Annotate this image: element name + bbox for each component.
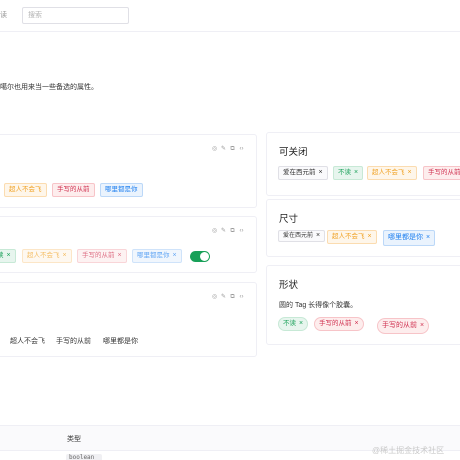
close-icon[interactable]: × (299, 320, 303, 327)
tag-label: 手写的从前 (82, 252, 115, 259)
close-icon[interactable]: × (319, 169, 323, 176)
card-closable: 可关闭 (266, 132, 460, 196)
close-icon[interactable]: × (355, 320, 359, 327)
tag-error-round-large: 手写的从前 × (377, 318, 430, 334)
close-icon[interactable]: × (354, 169, 358, 176)
tag-label: 哪里都是你 (137, 252, 170, 259)
tag-info: 哪里都是你 (100, 183, 143, 197)
close-icon[interactable]: × (426, 234, 430, 241)
tag-success-round: 不读 × (278, 317, 309, 331)
tag-warning: 超人不会飞 × (367, 166, 417, 180)
copy-icon[interactable]: ⧉ (229, 294, 236, 301)
plain-tag: 超人不会飞 (10, 338, 45, 345)
close-icon[interactable]: × (63, 252, 67, 259)
tag-success: 读 × (0, 249, 16, 263)
card-title: 尺寸 (279, 214, 299, 225)
close-icon[interactable]: × (7, 252, 11, 259)
plain-tag: 哪里都是你 (103, 338, 138, 345)
tag-default: 爱在西元前 × (278, 166, 328, 180)
close-icon[interactable]: × (118, 252, 122, 259)
card-description: 圆的 Tag 长得像个胶囊。 (279, 302, 358, 309)
close-icon[interactable]: × (420, 322, 424, 329)
tag-label: 手写的从前 (428, 169, 460, 176)
plain-tag: 手写的从前 (56, 338, 91, 345)
toggle-switch[interactable] (190, 251, 210, 262)
card-size: 尺寸 (266, 199, 460, 257)
tag-label: 哪里都是你 (388, 234, 423, 241)
intro-text: 噶尔也用来当一些备选的属性。 (0, 84, 98, 91)
column-header-type: 类型 (67, 436, 81, 443)
demo-card-checkable: ◎ ✎ ⧉ ‹› (0, 216, 257, 273)
edit-icon[interactable]: ✎ (220, 294, 227, 301)
tag-info: 哪里都是你 × (132, 249, 182, 263)
tag-label: 不读 (283, 320, 296, 327)
copy-icon[interactable]: ⧉ (229, 228, 236, 235)
top-bar: 读 搜索 (0, 0, 460, 32)
tag-label: 手写的从前 (319, 320, 352, 327)
tag-label: 超人不会飞 (27, 252, 60, 259)
code-icon[interactable]: ‹› (238, 294, 245, 301)
close-icon[interactable]: × (316, 232, 320, 239)
card-shape: 形状 圆的 Tag 长得像个胶囊。 (266, 265, 460, 345)
tag-label: 手写的从前 (382, 322, 417, 329)
tag-label: 不读 (338, 169, 351, 176)
tag-label: 超人不会飞 (9, 186, 42, 193)
tag-label: 手写的从前 (57, 186, 90, 193)
tag-error: 手写的从前 × (77, 249, 127, 263)
tag-default-small: 爱在西元前 × (278, 230, 326, 242)
search-input[interactable]: 搜索 (22, 7, 129, 24)
tag-info-large: 哪里都是你 × (383, 230, 436, 246)
card-tools: ◎ ✎ ⧉ ‹› (211, 294, 245, 301)
copy-icon[interactable]: ⧉ (229, 146, 236, 153)
tag-warning: 超人不会飞 (4, 183, 47, 197)
tag-error: 手写的从前 (52, 183, 95, 197)
tag-error: 手写的从前 (423, 166, 460, 180)
tag-label: 爱在西元前 (283, 233, 314, 239)
theme-icon[interactable]: ◎ (211, 294, 218, 301)
switch-knob (200, 252, 209, 261)
tag-label: 超人不会飞 (372, 169, 405, 176)
tag-success: 不读 × (333, 166, 364, 180)
card-tools: ◎ ✎ ⧉ ‹› (211, 228, 245, 235)
theme-icon[interactable]: ◎ (211, 228, 218, 235)
tag-error-round: 手写的从前 × (314, 317, 364, 331)
tag-warning-medium: 超人不会飞 × (327, 230, 377, 244)
edit-icon[interactable]: ✎ (220, 146, 227, 153)
close-icon[interactable]: × (173, 252, 177, 259)
type-cell: boolean (66, 454, 102, 460)
tag-label: 爱在西元前 (283, 169, 316, 176)
card-title: 可关闭 (279, 147, 308, 158)
watermark: @稀土掘金技术社区 (372, 446, 445, 455)
tag-label: 哪里都是你 (105, 186, 138, 193)
nav-partial-text: 读 (0, 12, 7, 19)
edit-icon[interactable]: ✎ (220, 228, 227, 235)
tag-label: 读 (0, 252, 4, 259)
code-icon[interactable]: ‹› (238, 228, 245, 235)
code-icon[interactable]: ‹› (238, 146, 245, 153)
tag-warning: 超人不会飞 × (22, 249, 72, 263)
card-title: 形状 (279, 280, 299, 291)
theme-icon[interactable]: ◎ (211, 146, 218, 153)
card-tools: ◎ ✎ ⧉ ‹› (211, 146, 245, 153)
close-icon[interactable]: × (368, 233, 372, 240)
tag-label: 超人不会飞 (332, 233, 365, 240)
close-icon[interactable]: × (408, 169, 412, 176)
